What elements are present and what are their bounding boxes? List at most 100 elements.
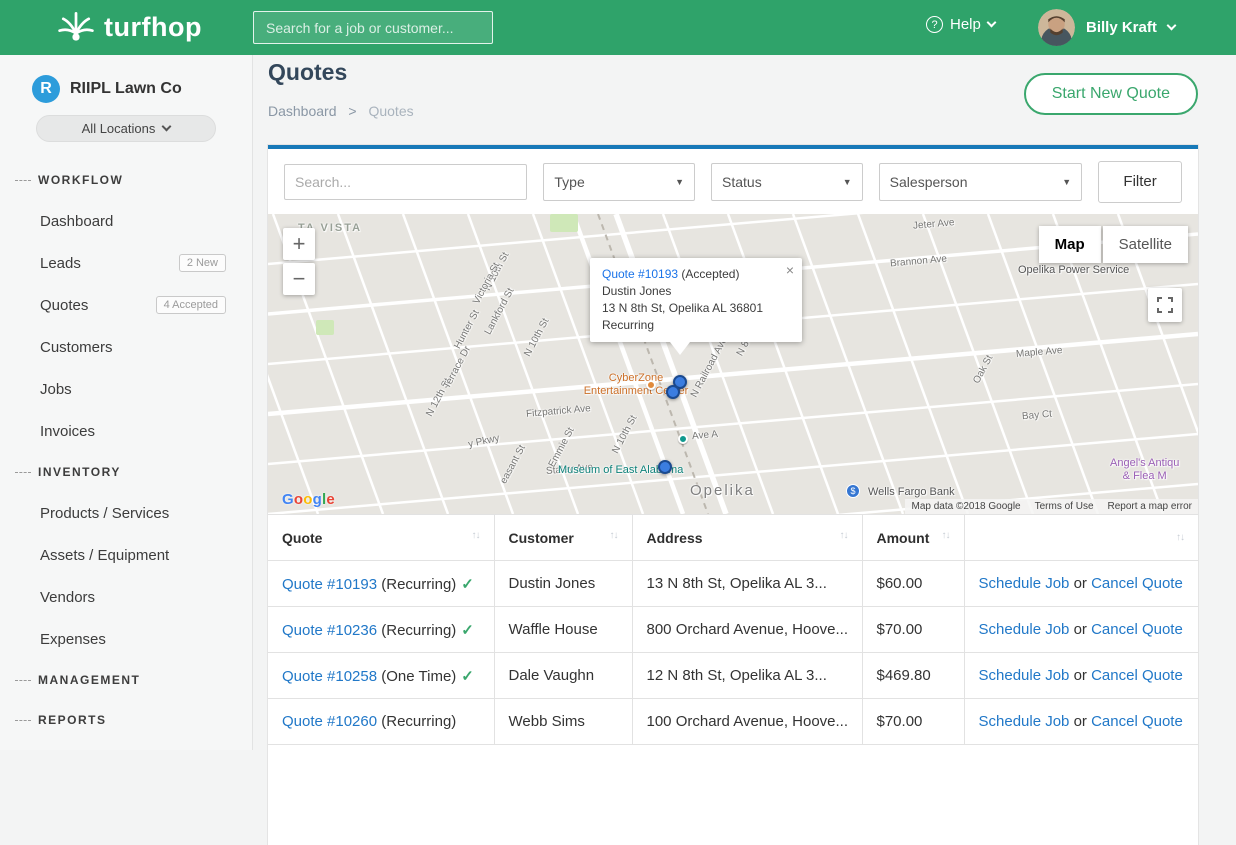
- map-poi-antiques[interactable]: Angel's Antiqu & Flea M: [1110, 457, 1179, 483]
- quotes-map[interactable]: TA VISTA Jeter Ave Brannon Ave Maple Ave…: [268, 214, 1198, 514]
- section-dashes: [15, 680, 31, 681]
- breadcrumb-separator: >: [348, 103, 356, 119]
- cancel-quote-link[interactable]: Cancel Quote: [1091, 621, 1183, 638]
- column-header-customer[interactable]: Customer↑↓: [494, 515, 632, 561]
- breadcrumb-dashboard[interactable]: Dashboard: [268, 103, 337, 119]
- company-selector[interactable]: R RIIPL Lawn Co: [32, 75, 236, 103]
- location-label: All Locations: [82, 121, 156, 136]
- sidebar-item-invoices[interactable]: Invoices: [0, 410, 252, 452]
- status-select[interactable]: Status ▼: [711, 163, 863, 201]
- map-attribution: Map data ©2018 Google Terms of Use Repor…: [905, 499, 1198, 514]
- column-header-quote[interactable]: Quote↑↓: [268, 515, 494, 561]
- map-pin-quote[interactable]: [666, 385, 680, 399]
- action-separator: or: [1074, 575, 1087, 592]
- quote-link[interactable]: Quote #10236: [282, 622, 377, 639]
- sidebar-item-customers[interactable]: Customers: [0, 326, 252, 368]
- salesperson-select-value: Salesperson: [890, 174, 968, 190]
- accepted-check-icon: ✓: [461, 668, 474, 685]
- sidebar-section-management[interactable]: MANAGEMENT: [0, 660, 252, 700]
- close-icon[interactable]: ×: [786, 262, 794, 279]
- logo-letter: g: [313, 491, 322, 508]
- help-menu[interactable]: ? Help: [926, 16, 995, 33]
- accepted-check-icon: ✓: [461, 622, 474, 639]
- poi-name: Angel's Antiqu: [1110, 457, 1179, 470]
- cyberzone-poi-icon[interactable]: [646, 380, 656, 390]
- schedule-job-link[interactable]: Schedule Job: [979, 667, 1070, 684]
- zoom-in-button[interactable]: +: [283, 228, 315, 260]
- user-menu[interactable]: Billy Kraft: [1038, 9, 1175, 46]
- map-pin-quote[interactable]: [658, 460, 672, 474]
- map-copyright: Map data ©2018 Google: [911, 501, 1020, 512]
- accepted-check-icon: ✓: [461, 576, 474, 593]
- map-poi-wells-fargo[interactable]: Wells Fargo Bank: [868, 486, 955, 499]
- turfhop-splash-icon: [56, 7, 96, 47]
- global-search-input[interactable]: [253, 11, 493, 44]
- bank-poi-icon[interactable]: $: [846, 484, 860, 498]
- satellite-view-button[interactable]: Satellite: [1103, 226, 1188, 263]
- sidebar-item-quotes[interactable]: Quotes 4 Accepted: [0, 284, 252, 326]
- section-label: INVENTORY: [38, 465, 121, 479]
- cancel-quote-link[interactable]: Cancel Quote: [1091, 713, 1183, 730]
- quote-link[interactable]: Quote #10258: [282, 668, 377, 685]
- type-select[interactable]: Type ▼: [543, 163, 695, 201]
- quote-link[interactable]: Quote #10193: [282, 576, 377, 593]
- report-map-error-link[interactable]: Report a map error: [1108, 501, 1192, 512]
- brand-logo[interactable]: turfhop: [56, 7, 202, 47]
- type-select-value: Type: [554, 174, 584, 190]
- table-row: Quote #10258 (One Time)✓ Dale Vaughn 12 …: [268, 653, 1198, 699]
- map-type-controls: Map Satellite: [1039, 226, 1188, 263]
- table-row: Quote #10193 (Recurring)✓ Dustin Jones 1…: [268, 561, 1198, 607]
- section-dashes: [15, 472, 31, 473]
- status-select-value: Status: [722, 174, 762, 190]
- filter-bar: Type ▼ Status ▼ Salesperson ▼ Filter: [268, 149, 1198, 214]
- map-view-button[interactable]: Map: [1039, 226, 1101, 263]
- sidebar-item-products-services[interactable]: Products / Services: [0, 492, 252, 534]
- zoom-out-button[interactable]: −: [283, 263, 315, 295]
- sort-icon[interactable]: ↑↓: [840, 530, 848, 541]
- sort-icon[interactable]: ↑↓: [610, 530, 618, 541]
- schedule-job-link[interactable]: Schedule Job: [979, 713, 1070, 730]
- cancel-quote-link[interactable]: Cancel Quote: [1091, 667, 1183, 684]
- column-header-amount[interactable]: Amount ↑↓: [862, 515, 964, 561]
- info-quote-link[interactable]: Quote #10193: [602, 267, 678, 281]
- fullscreen-button[interactable]: [1148, 288, 1182, 322]
- sort-icon[interactable]: ↑↓: [1176, 532, 1184, 543]
- fullscreen-icon: [1157, 297, 1173, 313]
- column-header-actions[interactable]: ↑↓: [964, 515, 1198, 561]
- page-title: Quotes: [268, 59, 347, 86]
- schedule-job-link[interactable]: Schedule Job: [979, 575, 1070, 592]
- location-selector[interactable]: All Locations: [36, 115, 216, 142]
- map-zoom-controls: + −: [283, 228, 315, 295]
- action-separator: or: [1074, 667, 1087, 684]
- sidebar-item-assets-equipment[interactable]: Assets / Equipment: [0, 534, 252, 576]
- sidebar-item-vendors[interactable]: Vendors: [0, 576, 252, 618]
- start-new-quote-button[interactable]: Start New Quote: [1024, 73, 1198, 115]
- sidebar-item-jobs[interactable]: Jobs: [0, 368, 252, 410]
- sidebar-item-leads[interactable]: Leads 2 New: [0, 242, 252, 284]
- amount-cell: $60.00: [862, 561, 964, 607]
- salesperson-select[interactable]: Salesperson ▼: [879, 163, 1083, 201]
- sidebar-section-reports[interactable]: REPORTS: [0, 700, 252, 740]
- column-header-address[interactable]: Address↑↓: [632, 515, 862, 561]
- google-logo[interactable]: Google: [282, 491, 335, 508]
- company-logo: R: [32, 75, 60, 103]
- quote-link[interactable]: Quote #10260: [282, 713, 377, 730]
- museum-poi-icon[interactable]: [678, 434, 688, 444]
- map-park-area: [550, 214, 578, 232]
- cancel-quote-link[interactable]: Cancel Quote: [1091, 575, 1183, 592]
- sidebar-item-expenses[interactable]: Expenses: [0, 618, 252, 660]
- column-label: Amount: [877, 530, 930, 546]
- sidebar-item-dashboard[interactable]: Dashboard: [0, 200, 252, 242]
- quotes-search-input[interactable]: [284, 164, 527, 200]
- filter-button[interactable]: Filter: [1098, 161, 1182, 203]
- chevron-down-icon: [1166, 21, 1176, 31]
- schedule-job-link[interactable]: Schedule Job: [979, 621, 1070, 638]
- terms-of-use-link[interactable]: Terms of Use: [1035, 501, 1094, 512]
- sort-icon[interactable]: ↑↓: [472, 530, 480, 541]
- amount-cell: $469.80: [862, 653, 964, 699]
- sort-icon[interactable]: ↑↓: [942, 530, 950, 541]
- section-dashes: [15, 720, 31, 721]
- user-name: Billy Kraft: [1086, 19, 1157, 36]
- table-row: Quote #10236 (Recurring)✓ Waffle House 8…: [268, 607, 1198, 653]
- map-poi-opelika-power[interactable]: Opelika Power Service: [1018, 264, 1129, 277]
